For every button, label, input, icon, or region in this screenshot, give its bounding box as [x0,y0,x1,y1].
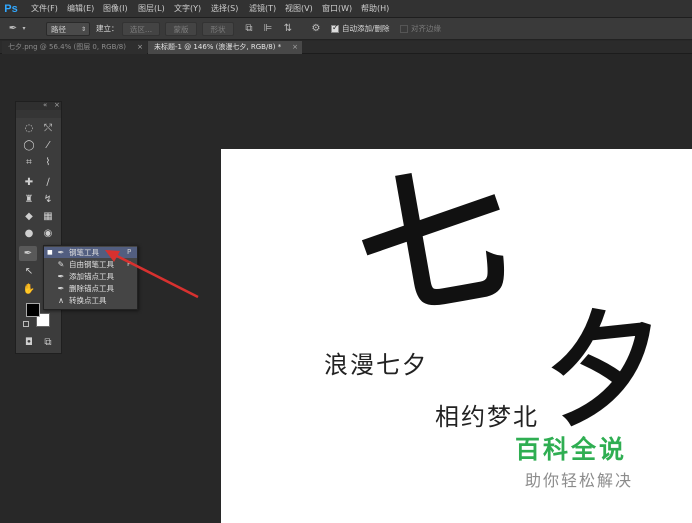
canvas-big-character-qi: 七 [344,149,524,344]
crop-tool-icon[interactable]: ⌗ [20,155,38,170]
make-mask-button[interactable]: 蒙版 [165,22,197,36]
flyout-item-label: 钢笔工具 [69,248,99,257]
collapse-icon[interactable]: « [43,101,47,110]
screen-mode-icon[interactable]: ⧉ [39,335,57,350]
checkmark-icon: ✓ [332,23,339,32]
close-icon[interactable]: × [137,41,143,54]
quick-mask-icon[interactable]: ◘ [20,335,38,350]
make-shape-button[interactable]: 形状 [202,22,234,36]
path-selection-tool-icon[interactable]: ↖ [20,264,38,279]
pen-tool-icon[interactable]: ✒ [19,246,37,261]
menu-select[interactable]: 选择(S) [211,0,238,18]
flyout-item-convert-point-tool[interactable]: ∧ 转换点工具 [44,295,137,306]
convert-point-icon: ∧ [58,296,64,305]
drag-handle[interactable] [16,110,61,118]
make-label: 建立： [96,24,119,33]
menu-help[interactable]: 帮助(H) [361,0,389,18]
flyout-item-label: 添加锚点工具 [69,272,114,281]
align-edges-label: 对齐边缘 [411,24,441,33]
path-alignment-icon[interactable]: ⊫ [261,22,275,36]
auto-add-delete-checkbox[interactable]: ✓ [331,23,339,33]
close-icon[interactable]: × [54,101,60,110]
canvas-text-line-1: 浪漫七夕 [324,351,428,379]
tab-untitled-1[interactable]: 未标题-1 @ 146% (浪漫七夕, RGB/8) * × [148,41,302,54]
tab-label: 七夕.png @ 56.4% (图层 0, RGB/8) [8,43,126,51]
path-operations-icon[interactable]: ⧉ [242,22,256,36]
brush-tool-icon[interactable]: ∕ [39,175,57,190]
delete-anchor-icon: ✒ [57,284,65,293]
clone-stamp-tool-icon[interactable]: ♜ [20,192,38,207]
eraser-tool-icon[interactable]: ◆ [20,209,38,224]
options-bar: ✒ ▾ 路径 ⇕ 建立： 选区... 蒙版 形状 ⧉ ⊫ ⇅ ⚙ ✓ 自动添加/… [0,18,692,40]
menu-filter[interactable]: 滤镜(T) [249,0,276,18]
path-arrangement-icon[interactable]: ⇅ [281,22,295,36]
tools-panel-header[interactable]: « × [16,101,61,110]
auto-add-delete-label: 自动添加/删除 [342,24,390,33]
quick-selection-tool-icon[interactable]: ⁄ [39,138,57,153]
default-colors-icon[interactable] [23,321,29,327]
document-tab-bar: 七夕.png @ 56.4% (图层 0, RGB/8) × 未标题-1 @ 1… [0,41,692,54]
freeform-pen-icon: ✎ [57,260,65,269]
marquee-tool-icon[interactable]: ◌ [20,121,38,136]
dodge-tool-icon[interactable]: ◉ [39,226,57,241]
tab-label: 未标题-1 @ 146% (浪漫七夕, RGB/8) * [154,43,282,51]
flyout-item-label: 转换点工具 [69,296,107,305]
hand-tool-icon[interactable]: ✋ [20,282,38,297]
gear-icon[interactable]: ⚙ [309,22,323,36]
flyout-item-shortcut: P [127,260,132,268]
selected-bullet-icon: ■ [47,249,53,256]
canvas-big-character-xi: 夕 [538,292,673,445]
healing-brush-tool-icon[interactable]: ✚ [20,175,38,190]
history-brush-tool-icon[interactable]: ↯ [39,192,57,207]
watermark-subtitle: 助你轻松解决 [525,471,634,490]
mode-select-value: 路径 [51,25,66,34]
menu-view[interactable]: 视图(V) [285,0,313,18]
make-selection-button[interactable]: 选区... [122,22,160,36]
pen-tool-flyout-menu: ■ ✒ 钢笔工具 P ✎ 自由钢笔工具 P ✒ 添加锚点工具 ✒ 删除锚点工具 … [43,245,138,310]
pen-icon: ✒ [57,248,65,257]
menu-window[interactable]: 窗口(W) [322,0,352,18]
flyout-item-delete-anchor-tool[interactable]: ✒ 删除锚点工具 [44,283,137,294]
menu-bar: Ps 文件(F) 编辑(E) 图像(I) 图层(L) 文字(Y) 选择(S) 滤… [0,0,692,18]
menu-type[interactable]: 文字(Y) [174,0,201,18]
align-edges-checkbox[interactable] [400,25,408,33]
photoshop-logo: Ps [4,3,18,15]
menu-layer[interactable]: 图层(L) [138,0,165,18]
add-anchor-icon: ✒ [57,272,65,281]
flyout-item-add-anchor-tool[interactable]: ✒ 添加锚点工具 [44,271,137,282]
watermark-title: 百科全说 [515,435,628,464]
canvas-text-line-2: 相约梦北 [435,403,539,431]
gradient-tool-icon[interactable]: ▦ [39,209,57,224]
menu-file[interactable]: 文件(F) [31,0,58,18]
chevron-down-icon[interactable]: ▾ [20,22,28,36]
menu-edit[interactable]: 编辑(E) [67,0,94,18]
flyout-item-label: 删除锚点工具 [69,284,114,293]
flyout-item-label: 自由钢笔工具 [69,260,114,269]
flyout-item-freeform-pen-tool[interactable]: ✎ 自由钢笔工具 P [44,259,137,270]
menu-image[interactable]: 图像(I) [103,0,128,18]
tab-qixi-png[interactable]: 七夕.png @ 56.4% (图层 0, RGB/8) × [2,41,147,54]
move-tool-icon[interactable]: ⤲ [39,121,57,136]
close-icon[interactable]: × [292,41,298,54]
flyout-item-shortcut: P [127,248,132,256]
flyout-item-pen-tool[interactable]: ■ ✒ 钢笔工具 P [44,247,137,258]
select-arrows-icon: ⇕ [80,26,86,33]
eyedropper-tool-icon[interactable]: ⌇ [39,155,57,170]
blur-tool-icon[interactable]: ● [20,226,38,241]
pen-tool-preset-icon[interactable]: ✒ [6,22,20,36]
tools-panel: « × ◌ ⤲ ◯ ⁄ ⌗ ⌇ ✚ ∕ ♜ ↯ ◆ ▦ ● ◉ ✒ T ↖ ▭ … [15,101,62,354]
foreground-color-swatch[interactable] [26,303,40,317]
mode-select[interactable]: 路径 ⇕ [46,22,90,36]
lasso-tool-icon[interactable]: ◯ [20,138,38,153]
